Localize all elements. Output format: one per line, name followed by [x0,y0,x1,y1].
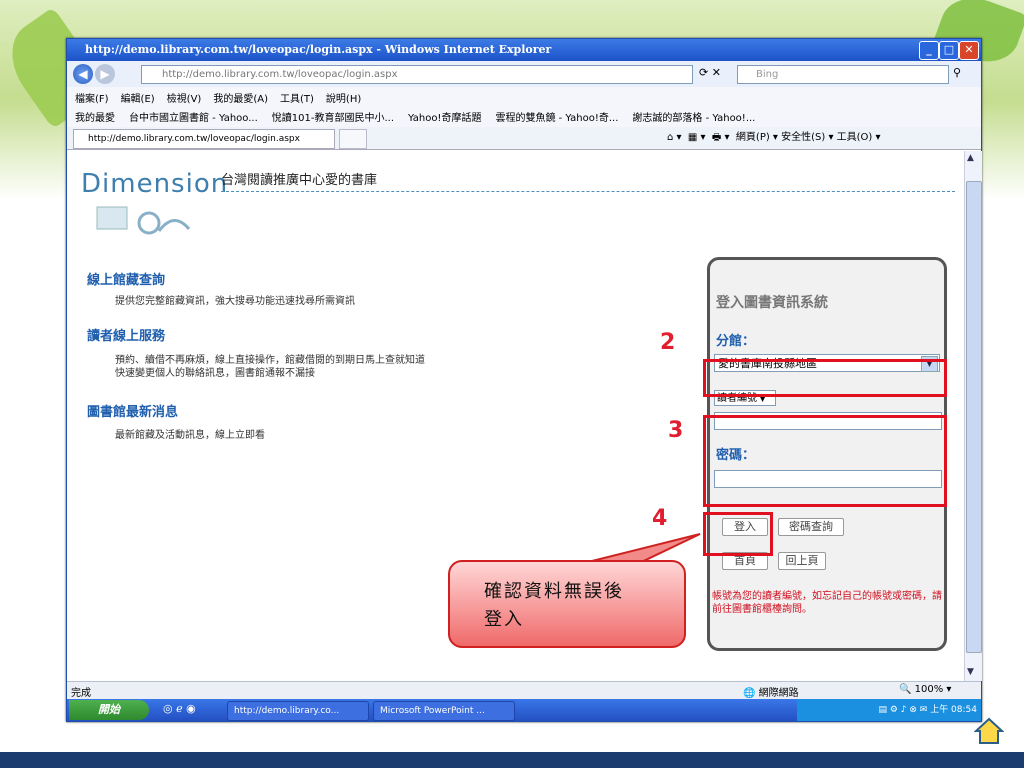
annotation-box-step3 [703,415,947,507]
section-text-news: 最新館藏及活動訊息，線上立即看 [115,430,265,441]
search-icon[interactable]: ⚲ [953,66,961,79]
new-tab-button[interactable] [339,129,367,149]
menu-item[interactable]: 我的最愛(A) [213,94,268,105]
url-input[interactable]: http://demo.library.com.tw/loveopac/logi… [141,65,693,84]
callout-text: 確認資料無誤後 登入 [484,578,624,634]
section-heading-catalog[interactable]: 線上館藏查詢 [87,269,165,288]
back-button[interactable]: 回上頁 [778,552,826,570]
tab-bar: http://demo.library.com.tw/loveopac/logi… [67,127,981,150]
instruction-callout: 確認資料無誤後 登入 [448,560,686,648]
menu-item[interactable]: 檔案(F) [75,94,109,105]
refresh-stop-icons[interactable]: ⟳ ✕ [699,66,721,79]
search-input[interactable]: Bing [737,65,949,84]
taskbar-item-powerpoint[interactable]: Microsoft PowerPoint ... [373,701,515,721]
close-button[interactable]: ✕ [959,41,979,60]
section-heading-news[interactable]: 圖書館最新消息 [87,401,178,420]
minimize-button[interactable]: _ [919,41,939,60]
branch-label: 分館： [716,334,756,349]
title-bar: http://demo.library.com.tw/loveopac/logi… [67,39,981,61]
callout-line-2: 登入 [484,609,524,630]
section-heading-service[interactable]: 讀者線上服務 [87,325,165,344]
favorites-item[interactable]: Yahoo!奇摩話題 [408,113,481,124]
clock: 上午 08:54 [930,705,977,715]
command-bar[interactable]: ⌂ ▾ ▦ ▾ 🖶 ▾ 網頁(P) ▾ 安全性(S) ▾ 工具(O) ▾ [667,129,881,147]
favorites-item[interactable]: 謝志誠的部落格 - Yahoo!... [632,113,755,124]
quicklaunch-icons[interactable]: ◎ ℯ ◉ [163,702,196,715]
scroll-down-icon[interactable]: ▼ [967,667,974,677]
taskbar: 開始 ◎ ℯ ◉ http://demo.library.co... Micro… [67,699,981,721]
address-bar: ◀ ▶ http://demo.library.com.tw/loveopac/… [67,61,981,88]
taskbar-item-ie[interactable]: http://demo.library.co... [227,701,369,721]
favorites-item[interactable]: 台中市國立圖書館 - Yahoo... [129,113,258,124]
logo-art [96,206,191,235]
menu-item[interactable]: 檢視(V) [167,94,202,105]
annotation-number-3: 3 [668,418,684,443]
back-icon[interactable]: ◀ [73,64,93,84]
favorites-bar: 我的最愛 台中市國立圖書館 - Yahoo... 悅讀101-教育部國民中小... Y… [67,105,981,128]
maximize-button[interactable]: □ [939,41,959,60]
scroll-up-icon[interactable]: ▲ [967,153,974,163]
menu-item[interactable]: 工具(T) [280,94,314,105]
site-logo: Dimension [81,169,229,199]
annotation-box-step2 [703,359,947,397]
annotation-box-step4 [703,512,773,556]
start-button[interactable]: 開始 [69,700,149,720]
commandbar-menus[interactable]: 網頁(P) ▾ 安全性(S) ▾ 工具(O) ▾ [736,132,881,143]
tray-icons[interactable]: ▤ ⚙ ♪ ⊗ ✉ [878,705,930,715]
status-bar: 完成 🌐 網際網路 🔍 100% ▾ [67,681,981,700]
favorites-item[interactable]: 我的最愛 [75,113,115,124]
scroll-thumb[interactable] [966,181,982,653]
feed-icon[interactable]: ▦ ▾ [688,132,706,143]
tab-current[interactable]: http://demo.library.com.tw/loveopac/logi… [73,129,335,149]
login-note: 帳號為您的讀者編號，如忘記自己的帳號或密碼，請前往圖書館櫃檯詢問。 [712,591,942,615]
login-title: 登入圖書資訊系統 [716,295,828,311]
menu-item[interactable]: 說明(H) [326,94,361,105]
section-text-service: 預約、續借不再麻煩，線上直接操作，館藏借閱的到期日馬上查就知道 [115,355,425,366]
site-title: 台灣閱讀推廣中心愛的書庫 [221,173,378,188]
password-query-button[interactable]: 密碼查詢 [778,518,844,536]
zoom-level[interactable]: 🔍 100% ▾ [899,684,951,695]
callout-line-1: 確認資料無誤後 [484,581,624,602]
favorites-item[interactable]: 雲程的雙魚鏡 - Yahoo!奇... [495,113,618,124]
slide-footer-bar [0,752,1024,768]
section-text-catalog: 提供您完整館藏資訊，強大搜尋功能迅速找尋所需資訊 [115,296,355,307]
annotation-number-4: 4 [652,506,668,531]
home-page-icon[interactable]: ⌂ ▾ [667,132,682,143]
zone-text: 🌐 網際網路 [743,688,799,699]
vertical-scrollbar[interactable]: ▲ ▼ [964,151,982,681]
system-tray: ▤ ⚙ ♪ ⊗ ✉ 上午 08:54 [797,699,981,721]
menu-bar: 檔案(F) 編輯(E) 檢視(V) 我的最愛(A) 工具(T) 說明(H) [67,87,981,105]
status-text: 完成 [71,688,91,699]
section-text-service-2: 快速變更個人的聯絡訊息，圖書館通報不漏接 [115,368,315,379]
annotation-number-2: 2 [660,330,676,355]
favorites-item[interactable]: 悅讀101-教育部國民中小... [272,113,394,124]
forward-icon[interactable]: ▶ [95,64,115,84]
print-icon[interactable]: 🖶 ▾ [712,132,730,143]
window-title: http://demo.library.com.tw/loveopac/logi… [85,43,552,56]
menu-item[interactable]: 編輯(E) [121,94,155,105]
title-divider [221,191,955,192]
